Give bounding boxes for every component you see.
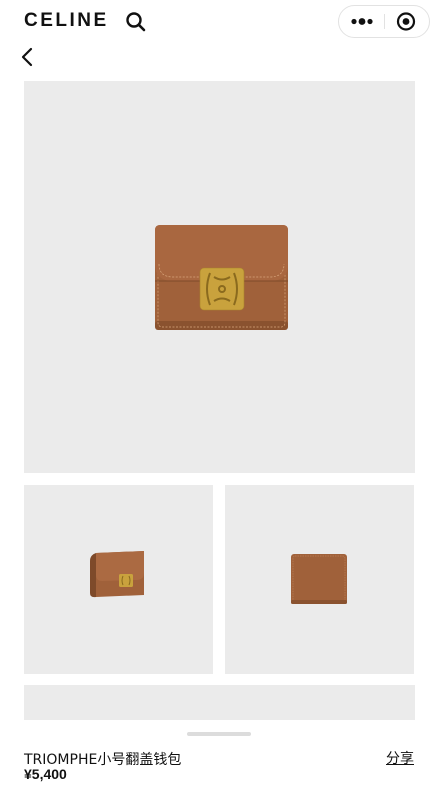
product-image-partial[interactable] <box>24 685 415 720</box>
wallet-front-illustration <box>155 225 288 330</box>
app-header: CELINE <box>0 0 438 44</box>
search-button[interactable] <box>125 11 147 33</box>
brand-logo[interactable]: CELINE <box>24 10 109 32</box>
back-button[interactable] <box>16 44 42 70</box>
share-link[interactable]: 分享 <box>386 748 414 768</box>
search-icon <box>126 12 146 32</box>
product-main-image[interactable] <box>24 81 415 473</box>
chevron-left-icon <box>21 47 33 67</box>
target-circle-icon <box>396 12 416 31</box>
miniprogram-capsule <box>338 5 430 38</box>
wallet-angle-illustration <box>90 551 144 598</box>
more-button[interactable] <box>339 6 384 37</box>
product-thumbnail-back[interactable] <box>225 485 414 674</box>
product-price: ¥5,400 <box>24 766 67 782</box>
scroll-indicator <box>187 732 251 736</box>
close-miniprogram-button[interactable] <box>385 6 430 37</box>
product-thumbnail-angle[interactable] <box>24 485 213 674</box>
wallet-back-illustration <box>291 554 347 604</box>
more-dots-icon <box>351 18 373 25</box>
